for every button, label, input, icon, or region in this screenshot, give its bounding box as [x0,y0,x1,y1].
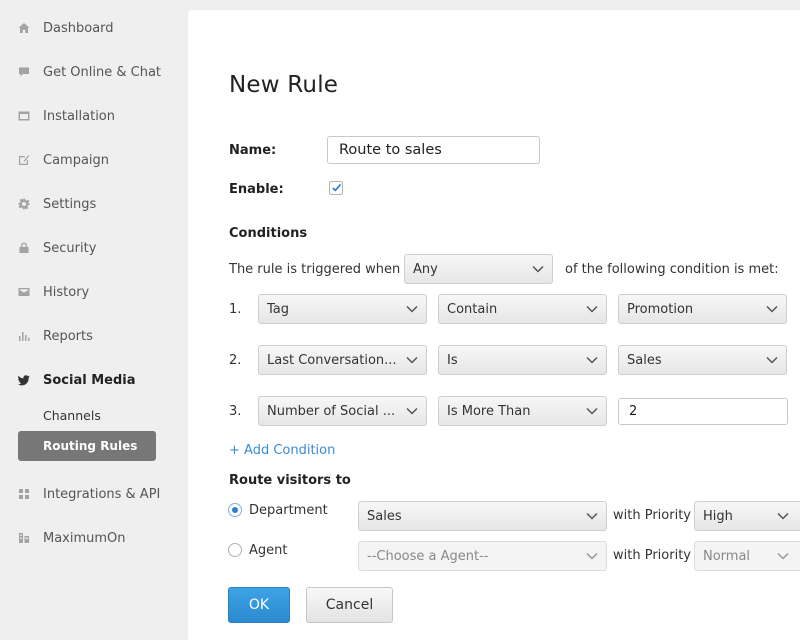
trigger-select[interactable]: Any [404,254,553,284]
department-select[interactable]: Sales [358,501,607,531]
chevron-down-icon [766,304,778,314]
nav-integrations-api[interactable]: Integrations & API [0,479,188,509]
main-panel: New Rule Name: Enable: Conditions The ru… [188,10,800,640]
condition-operator-select[interactable]: Is More Than [438,396,607,426]
agent-value: --Choose a Agent-- [367,549,489,564]
agent-priority-select: Normal [694,541,800,571]
condition-operator-value: Contain [447,302,498,317]
add-condition-link[interactable]: + Add Condition [229,443,335,458]
gear-icon [18,198,30,210]
maximumon-icon [18,532,30,544]
sub-item-channels[interactable]: Channels [43,408,101,423]
condition-field-value: Number of Social ... [267,404,396,419]
name-label: Name: [229,143,277,158]
chevron-down-icon [586,406,598,416]
enable-label: Enable: [229,182,284,197]
condition-field-select[interactable]: Number of Social ... [258,396,427,426]
chevron-down-icon [586,551,598,561]
trigger-value: Any [413,262,438,277]
route-visitors-title: Route visitors to [229,473,351,488]
nav-dashboard[interactable]: Dashboard [0,13,188,43]
condition-value-select[interactable]: Promotion [618,294,787,324]
condition-operator-select[interactable]: Contain [438,294,607,324]
nav-social-media[interactable]: Social Media [0,365,188,395]
department-value: Sales [367,509,402,524]
department-label: Department [249,503,328,518]
nav-get-online-chat[interactable]: Get Online & Chat [0,57,188,87]
enable-checkbox[interactable] [329,181,343,195]
condition-operator-value: Is [447,353,458,368]
nav-settings[interactable]: Settings [0,189,188,219]
chevron-down-icon [777,511,789,521]
trigger-prefix: The rule is triggered when [229,262,401,277]
campaign-icon [18,154,30,166]
nav-label: Get Online & Chat [43,64,162,80]
reports-icon [18,330,30,342]
condition-field-select[interactable]: Tag [258,294,427,324]
page-title: New Rule [229,72,339,98]
nav-campaign[interactable]: Campaign [0,145,188,175]
chevron-down-icon [406,304,418,314]
department-priority-select[interactable]: High [694,501,800,531]
nav-label: Campaign [43,152,110,168]
department-radio[interactable] [228,503,242,517]
nav-label: Settings [43,196,97,212]
home-icon [18,22,30,34]
cancel-button[interactable]: Cancel [306,587,393,623]
condition-operator-select[interactable]: Is [438,345,607,375]
condition-number: 2. [229,353,242,368]
nav-reports[interactable]: Reports [0,321,188,351]
nav-installation[interactable]: Installation [0,101,188,131]
trigger-suffix: of the following condition is met: [565,262,779,277]
agent-label: Agent [249,543,288,558]
chevron-down-icon [406,355,418,365]
chevron-down-icon [406,406,418,416]
lock-icon [18,242,30,254]
agent-priority-value: Normal [703,549,751,564]
nav-history[interactable]: History [0,277,188,307]
checkmark-icon [332,183,342,192]
integrations-icon [18,488,30,500]
condition-value-input[interactable] [618,398,788,425]
nav-label: Integrations & API [43,486,161,502]
ok-button[interactable]: OK [228,587,290,623]
nav-label: Reports [43,328,93,344]
department-priority-label: with Priority [613,508,691,523]
condition-field-value: Last Conversation... [267,353,397,368]
nav-label: History [43,284,90,300]
condition-number: 3. [229,404,242,419]
agent-select: --Choose a Agent-- [358,541,607,571]
nav-label: Security [43,240,97,256]
chevron-down-icon [586,511,598,521]
department-priority-value: High [703,509,733,524]
condition-value-select[interactable]: Sales [618,345,787,375]
chevron-down-icon [586,304,598,314]
conditions-title: Conditions [229,226,308,241]
chevron-down-icon [586,355,598,365]
condition-field-value: Tag [267,302,290,317]
name-input[interactable] [327,136,540,164]
condition-value: Sales [627,353,662,368]
chevron-down-icon [777,551,789,561]
installation-icon [18,110,30,122]
agent-priority-label: with Priority [613,548,691,563]
agent-radio[interactable] [228,543,242,557]
condition-field-select[interactable]: Last Conversation... [258,345,427,375]
nav-maximumon[interactable]: MaximumOn [0,523,188,553]
history-icon [18,286,30,298]
chevron-down-icon [532,264,544,274]
nav-label: Dashboard [43,20,114,36]
twitter-icon [18,374,30,386]
nav-security[interactable]: Security [0,233,188,263]
chat-icon [18,66,30,78]
sidebar: Dashboard Get Online & Chat Installation… [0,0,188,640]
condition-operator-value: Is More Than [447,404,531,419]
chevron-down-icon [766,355,778,365]
nav-label: Social Media [43,372,136,388]
condition-number: 1. [229,302,242,317]
nav-label: MaximumOn [43,530,126,546]
nav-label: Installation [43,108,116,124]
condition-value: Promotion [627,302,694,317]
sub-item-routing-rules[interactable]: Routing Rules [18,431,156,461]
